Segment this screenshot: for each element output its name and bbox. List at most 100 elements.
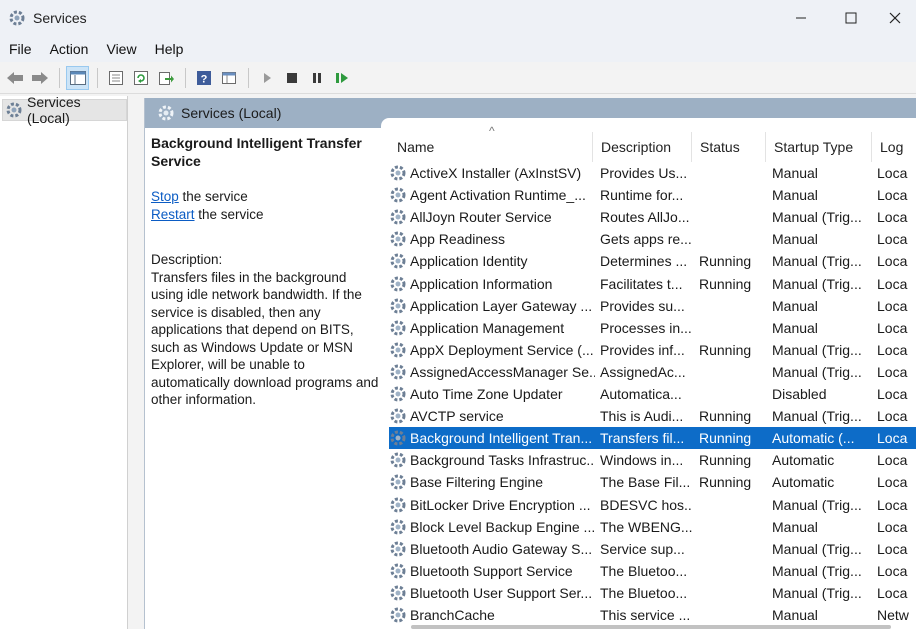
service-description: Provides inf... (600, 341, 685, 358)
service-log-on-as: Loca (877, 319, 908, 336)
service-log-on-as: Loca (877, 253, 908, 270)
table-row[interactable]: Application Management Processes in... Man… (389, 317, 916, 339)
service-log-on-as: Loca (877, 584, 908, 601)
table-row[interactable]: ActiveX Installer (AxInstSV) Provides Us.… (389, 162, 916, 184)
table-row[interactable]: AllJoyn Router Service Routes AllJo... Man… (389, 206, 916, 228)
table-row[interactable]: Application Information Facilitates t... R… (389, 273, 916, 295)
table-row[interactable]: AssignedAccessManager Se... AssignedAc...… (389, 361, 916, 383)
service-status (699, 184, 765, 206)
gear-icon (389, 518, 407, 536)
table-row[interactable]: AppX Deployment Service (... Provides inf… (389, 339, 916, 361)
service-name-cell: Application Layer Gateway ... (389, 295, 595, 317)
service-status (699, 317, 765, 339)
service-status (699, 295, 765, 317)
description-text: Transfers files in the background using … (151, 269, 379, 408)
service-name: AllJoyn Router Service (410, 209, 552, 226)
table-row[interactable]: Background Tasks Infrastruc... Windows in… (389, 449, 916, 471)
service-name-cell: Background Tasks Infrastruc... (389, 449, 595, 471)
gear-icon (389, 385, 407, 403)
gear-icon (389, 562, 407, 580)
service-log-on-as: Loca (877, 187, 908, 204)
table-row[interactable]: Bluetooth User Support Ser... The Bluetoo… (389, 582, 916, 604)
column-header-startup-type[interactable]: Startup Type (766, 132, 872, 162)
table-row[interactable]: Application Identity Determines ... Runnin… (389, 250, 916, 272)
properties-icon[interactable] (104, 66, 127, 90)
export-icon[interactable] (154, 66, 177, 90)
table-row[interactable]: Bluetooth Audio Gateway S... Service sup.… (389, 538, 916, 560)
gear-icon (389, 473, 407, 491)
column-header-log-on-as[interactable]: Log (872, 132, 916, 162)
menu-help[interactable]: Help (146, 36, 193, 62)
pause-icon[interactable] (305, 66, 328, 90)
menu-action[interactable]: Action (41, 36, 98, 62)
stop-service-link[interactable]: Stop (151, 189, 179, 204)
service-description: Windows in... (600, 452, 684, 469)
service-startup-type: Manual (Trig... (772, 562, 862, 579)
service-description: Service sup... (600, 540, 685, 557)
service-name: AssignedAccessManager Se... (410, 363, 595, 380)
maximize-button[interactable] (828, 0, 874, 36)
toolbar: ? (0, 62, 916, 94)
gear-icon (389, 451, 407, 469)
menu-bar: File Action View Help (0, 36, 916, 62)
column-header-name[interactable]: Name (389, 132, 593, 162)
pane-splitter[interactable] (128, 96, 144, 629)
resume-icon[interactable] (330, 66, 353, 90)
table-row[interactable]: App Readiness Gets apps re... Manual Loca (389, 228, 916, 250)
table-row[interactable]: Background Intelligent Tran... Transfers … (389, 427, 916, 450)
service-log-on-as: Loca (877, 518, 908, 535)
column-header-status[interactable]: Status (692, 132, 766, 162)
service-name: ActiveX Installer (AxInstSV) (410, 165, 582, 181)
tree-item-services-local[interactable]: Services (Local) (2, 94, 127, 126)
table-row[interactable]: Base Filtering Engine The Base Fil... Runn… (389, 471, 916, 493)
table-row[interactable]: Block Level Backup Engine ... The WBENG..… (389, 516, 916, 538)
table-row[interactable]: Agent Activation Runtime_... Runtime for.… (389, 184, 916, 206)
menu-view[interactable]: View (97, 36, 145, 62)
service-description: The Base Fil... (600, 474, 691, 491)
gear-icon (389, 341, 407, 359)
title-bar: Services (0, 0, 916, 36)
table-row[interactable]: BitLocker Drive Encryption ... BDESVC hos… (389, 494, 916, 516)
service-startup-type: Automatic (... (772, 430, 855, 447)
svg-text:?: ? (200, 73, 207, 85)
table-row[interactable]: Bluetooth Support Service The Bluetoo... M… (389, 560, 916, 582)
play-icon[interactable] (255, 66, 278, 90)
service-status (699, 604, 765, 626)
service-name-cell: Bluetooth User Support Ser... (389, 582, 595, 604)
gear-icon (389, 186, 407, 204)
horizontal-scrollbar[interactable] (411, 625, 891, 629)
table-row[interactable]: AVCTP service This is Audi... Running Manua… (389, 405, 916, 427)
service-log-on-as: Loca (877, 496, 908, 513)
table-row[interactable]: Application Layer Gateway ... Provides su… (389, 295, 916, 317)
service-description: Determines ... (600, 253, 688, 270)
close-button[interactable] (872, 0, 916, 36)
service-log-on-as: Loca (877, 386, 908, 402)
table-row[interactable]: BranchCache This service ... Manual Netw (389, 604, 916, 626)
stop-icon[interactable] (280, 66, 303, 90)
service-name: Bluetooth User Support Ser... (410, 584, 593, 601)
column-header-description[interactable]: Description (593, 132, 692, 162)
service-log-on-as: Loca (877, 408, 908, 425)
console-tree-icon[interactable] (66, 65, 89, 90)
service-log-on-as: Loca (877, 341, 908, 358)
view-icon[interactable] (217, 66, 240, 90)
service-name: Application Identity (410, 253, 528, 270)
service-status (699, 361, 765, 383)
service-log-on-as: Loca (877, 540, 908, 557)
refresh-icon[interactable] (129, 66, 152, 90)
gear-icon (5, 101, 23, 119)
service-startup-type: Manual (772, 319, 818, 336)
back-arrow-icon[interactable] (3, 66, 26, 90)
minimize-button[interactable] (778, 0, 824, 36)
table-row[interactable]: Auto Time Zone Updater Automatica... Disab… (389, 383, 916, 405)
service-startup-type: Manual (Trig... (772, 584, 862, 601)
help-icon[interactable]: ? (192, 66, 215, 90)
service-name-cell: BranchCache (389, 604, 595, 626)
service-name-cell: AllJoyn Router Service (389, 206, 595, 228)
service-log-on-as: Loca (877, 165, 908, 181)
menu-file[interactable]: File (0, 36, 41, 62)
service-name-cell: Background Intelligent Tran... (389, 427, 595, 449)
restart-service-link[interactable]: Restart (151, 207, 195, 222)
forward-arrow-icon[interactable] (28, 66, 51, 90)
service-startup-type: Manual (Trig... (772, 209, 862, 226)
